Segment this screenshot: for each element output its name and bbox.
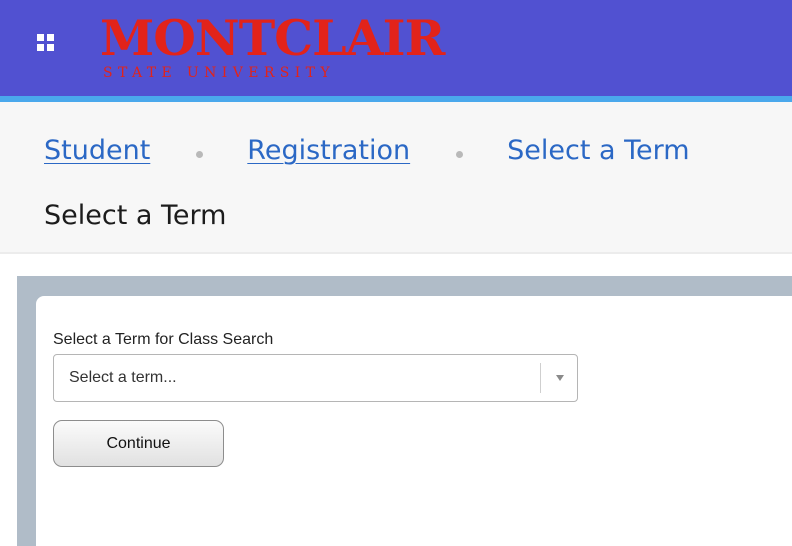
page-title: Select a Term — [44, 200, 227, 231]
university-logo[interactable]: MONTCLAIR STATE UNIVERSITY — [100, 12, 445, 84]
logo-subtitle: STATE UNIVERSITY — [103, 65, 336, 81]
breadcrumb-separator-icon — [196, 150, 204, 158]
apps-menu-button[interactable] — [30, 27, 60, 57]
page-header-divider — [0, 252, 792, 254]
chevron-down-icon[interactable] — [556, 375, 564, 381]
dropdown-divider — [540, 363, 541, 393]
term-select-placeholder: Select a term... — [69, 369, 177, 386]
continue-button[interactable]: Continue — [53, 420, 224, 467]
breadcrumb-link-registration[interactable]: Registration — [247, 135, 410, 166]
term-select-label: Select a Term for Class Search — [53, 331, 274, 348]
apps-grid-icon — [36, 33, 54, 51]
breadcrumb: Student Registration Select a Term — [44, 128, 690, 172]
top-header-bar: MONTCLAIR STATE UNIVERSITY — [0, 0, 792, 96]
logo-wordmark: MONTCLAIR — [100, 9, 445, 67]
term-select-dropdown[interactable]: Select a term... — [53, 354, 578, 402]
breadcrumb-separator-icon — [456, 150, 464, 158]
breadcrumb-current: Select a Term — [507, 134, 690, 166]
breadcrumb-link-student[interactable]: Student — [44, 135, 150, 166]
